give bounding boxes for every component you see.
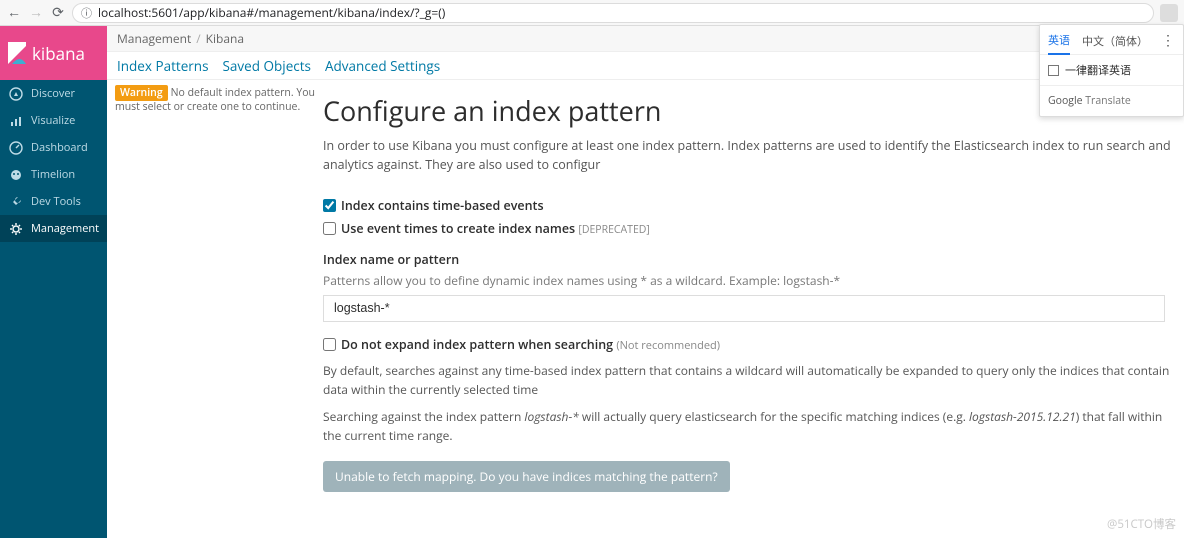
sidebar-item-devtools[interactable]: Dev Tools: [0, 188, 107, 215]
page-body: Configure an index pattern In order to u…: [323, 80, 1184, 538]
expl2-i1: logstash-*: [524, 408, 578, 425]
watermark: @51CTO博客: [1107, 516, 1176, 532]
label-time-events[interactable]: Index contains time-based events: [341, 197, 544, 214]
lion-icon: [9, 168, 23, 182]
sidebar-item-dashboard[interactable]: Dashboard: [0, 134, 107, 161]
breadcrumb: Management / Kibana: [107, 26, 1184, 52]
page-intro: In order to use Kibana you must configur…: [323, 137, 1174, 175]
sidebar-nav: Discover Visualize Dashboard Timelion De…: [0, 80, 107, 242]
translate-tab-cn[interactable]: 中文（简体）: [1082, 33, 1148, 49]
info-icon: ⓘ: [81, 5, 92, 21]
sidebar: kibana Discover Visualize Dashboard Time…: [0, 26, 107, 538]
index-name-block: Index name or pattern Patterns allow you…: [323, 251, 1174, 322]
sidebar-item-timelion[interactable]: Timelion: [0, 161, 107, 188]
row-no-expand: Do not expand index pattern when searchi…: [323, 336, 1174, 353]
address-bar[interactable]: ⓘ localhost:5601/app/kibana#/management/…: [72, 3, 1154, 23]
breadcrumb-kibana[interactable]: Kibana: [206, 30, 244, 47]
checkbox-event-times[interactable]: [323, 222, 336, 235]
gear-icon: [9, 222, 23, 236]
warning-label: Warning: [115, 85, 168, 101]
warning-column: WarningNo default index pattern. You mus…: [107, 80, 323, 538]
logo-text: kibana: [32, 42, 85, 65]
checkbox-no-expand[interactable]: [323, 338, 336, 351]
label-no-expand-text: Do not expand index pattern when searchi…: [341, 336, 613, 353]
sidebar-item-visualize[interactable]: Visualize: [0, 107, 107, 134]
sidebar-item-management[interactable]: Management: [0, 215, 107, 242]
warning-box: WarningNo default index pattern. You mus…: [115, 86, 315, 114]
sidebar-item-label: Management: [31, 221, 99, 236]
subnav: Index Patterns Saved Objects Advanced Se…: [107, 52, 1184, 80]
compass-icon: [9, 87, 23, 101]
index-name-label: Index name or pattern: [323, 251, 1174, 268]
translate-popup: 英语 中文（简体） ⋮ 一律翻译英语 Google Translate: [1039, 24, 1184, 117]
translate-label: Translate: [1083, 94, 1131, 108]
breadcrumb-sep: /: [196, 30, 200, 47]
translate-always-label: 一律翻译英语: [1065, 62, 1131, 78]
explain-2: Searching against the index pattern logs…: [323, 407, 1174, 445]
sidebar-item-label: Visualize: [31, 113, 75, 128]
translate-tab-en[interactable]: 英语: [1048, 32, 1070, 55]
explain-1: By default, searches against any time-ba…: [323, 361, 1174, 399]
index-name-input[interactable]: [323, 295, 1165, 322]
sidebar-item-discover[interactable]: Discover: [0, 80, 107, 107]
content-row: WarningNo default index pattern. You mus…: [107, 80, 1184, 538]
translate-always-row[interactable]: 一律翻译英语: [1040, 55, 1183, 86]
label-no-expand[interactable]: Do not expand index pattern when searchi…: [341, 336, 720, 353]
index-name-help: Patterns allow you to define dynamic ind…: [323, 272, 1174, 289]
app-shell: kibana Discover Visualize Dashboard Time…: [0, 26, 1184, 538]
extension-icon[interactable]: [1160, 4, 1178, 22]
label-event-times[interactable]: Use event times to create index names [D…: [341, 220, 650, 237]
back-icon[interactable]: ←: [6, 3, 22, 22]
forward-icon[interactable]: →: [28, 3, 44, 22]
sidebar-item-label: Dev Tools: [31, 194, 81, 209]
sidebar-item-label: Discover: [31, 86, 75, 101]
breadcrumb-management[interactable]: Management: [117, 30, 191, 47]
not-recommended: (Not recommended): [616, 338, 720, 353]
browser-toolbar: ← → ⟳ ⓘ localhost:5601/app/kibana#/manag…: [0, 0, 1184, 26]
expl2-i2: logstash-2015.12.21: [969, 408, 1076, 425]
expand-block: Do not expand index pattern when searchi…: [323, 336, 1174, 493]
translate-tabs: 英语 中文（简体） ⋮: [1040, 25, 1183, 55]
checkbox-time-events[interactable]: [323, 199, 336, 212]
translate-brand: Google Translate: [1040, 86, 1183, 116]
fetch-status-button: Unable to fetch mapping. Do you have ind…: [323, 461, 730, 492]
google-label: Google: [1048, 94, 1083, 108]
kibana-logo[interactable]: kibana: [0, 26, 107, 80]
more-icon[interactable]: ⋮: [1161, 31, 1175, 50]
main-area: Management / Kibana Index Patterns Saved…: [107, 26, 1184, 538]
chart-icon: [9, 114, 23, 128]
subnav-advanced-settings[interactable]: Advanced Settings: [325, 57, 440, 75]
sidebar-item-label: Dashboard: [31, 140, 88, 155]
sidebar-item-label: Timelion: [31, 167, 75, 182]
wrench-icon: [9, 195, 23, 209]
label-event-times-text: Use event times to create index names: [341, 220, 575, 237]
logo-icon: [6, 40, 28, 66]
expl2-a: Searching against the index pattern: [323, 408, 524, 425]
subnav-index-patterns[interactable]: Index Patterns: [117, 57, 209, 75]
deprecated-tag: [DEPRECATED]: [578, 223, 649, 237]
reload-icon[interactable]: ⟳: [50, 3, 66, 22]
url-text: localhost:5601/app/kibana#/management/ki…: [98, 4, 445, 21]
expl2-b: will actually query elasticsearch for th…: [579, 408, 969, 425]
checkbox-icon[interactable]: [1048, 65, 1059, 76]
gauge-icon: [9, 141, 23, 155]
subnav-saved-objects[interactable]: Saved Objects: [223, 57, 311, 75]
row-event-times: Use event times to create index names [D…: [323, 220, 1174, 237]
row-time-events: Index contains time-based events: [323, 197, 1174, 214]
